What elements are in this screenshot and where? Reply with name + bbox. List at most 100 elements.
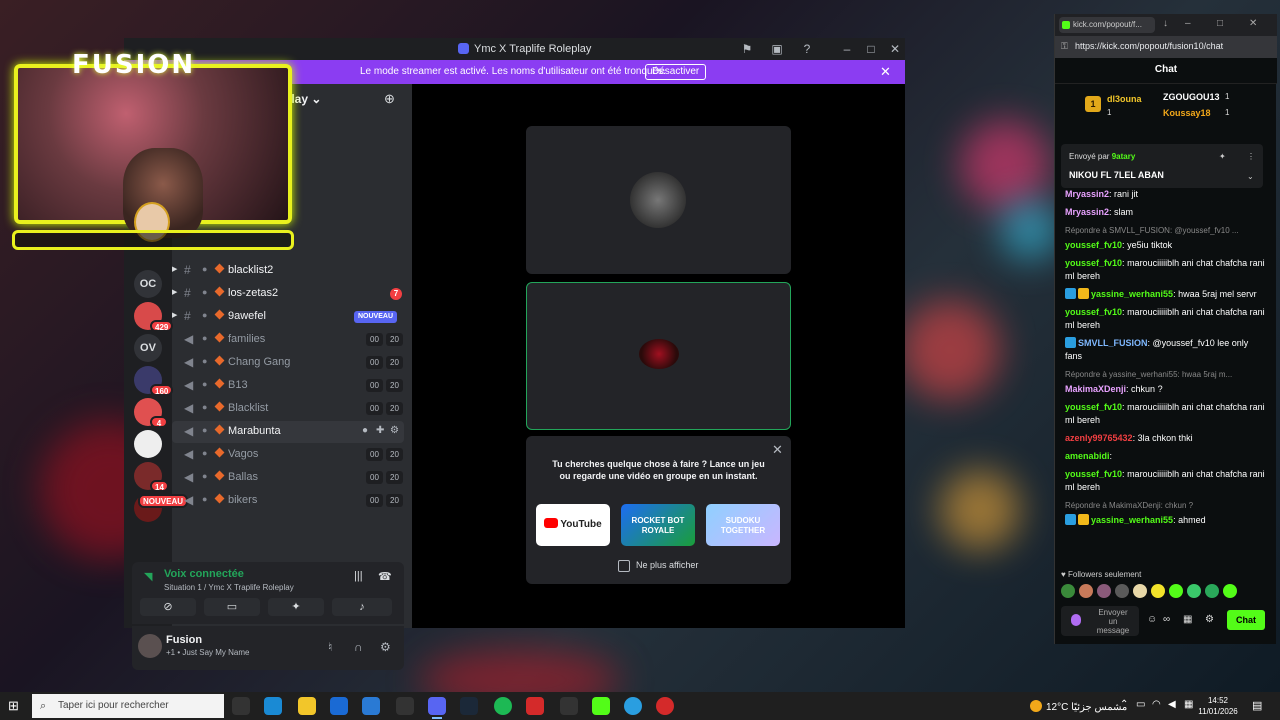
rocket-bot-royale-activity[interactable]: ROCKET BOT ROYALE: [621, 504, 695, 546]
weather-widget[interactable]: 12°C مشمس جزئيًا: [1030, 700, 1127, 713]
emote-icon[interactable]: [1205, 584, 1219, 598]
reply-context[interactable]: Répondre à yassine_werhani55: hwaa 5raj …: [1065, 368, 1265, 381]
channel-item[interactable]: ▶ # ● los-zetas2 7: [172, 283, 404, 305]
microphone-icon[interactable]: ♮: [328, 640, 332, 654]
gear-icon[interactable]: ⚙: [1205, 614, 1214, 625]
outlook-icon[interactable]: [330, 697, 348, 715]
username[interactable]: Fusion: [166, 634, 202, 646]
chat-username[interactable]: Mryassin2: [1065, 207, 1109, 217]
notification-icon[interactable]: ▤: [1252, 699, 1262, 712]
invite-icon[interactable]: ✚: [376, 425, 384, 436]
app-icon[interactable]: [560, 697, 578, 715]
chat-input[interactable]: Envoyer un message: [1061, 606, 1139, 636]
camera-off-button[interactable]: ⊘: [140, 598, 196, 616]
close-icon[interactable]: ✕: [1249, 18, 1257, 29]
emote-icon[interactable]: [1169, 584, 1183, 598]
chat-username[interactable]: yassine_werhani55: [1091, 515, 1173, 525]
emote-picker-icon[interactable]: ☺: [1147, 614, 1157, 625]
chat-username[interactable]: youssef_fv10: [1065, 307, 1122, 317]
steam-icon[interactable]: [460, 697, 478, 715]
send-chat-button[interactable]: Chat: [1227, 610, 1265, 630]
gear-icon[interactable]: ⚙: [380, 640, 391, 654]
voice-location[interactable]: Situation 1 / Ymc X Traplife Roleplay: [164, 583, 294, 592]
voice-channel-item[interactable]: ◀ ● Blacklist 00 20: [172, 398, 404, 420]
chat-username[interactable]: youssef_fv10: [1065, 402, 1122, 412]
server-oc[interactable]: OC: [134, 270, 162, 298]
kick-icon[interactable]: [592, 697, 610, 715]
reply-context[interactable]: Répondre à SMVLL_FUSION: @youssef_fv10 .…: [1065, 224, 1265, 237]
disconnect-icon[interactable]: ☎: [378, 570, 392, 583]
channel-item[interactable]: ▶ # ● 9awefel NOUVEAU: [172, 306, 404, 328]
emote-icon[interactable]: [1097, 584, 1111, 598]
disable-streamer-button[interactable]: Désactiver: [645, 64, 707, 80]
file-explorer-icon[interactable]: [298, 697, 316, 715]
microphone-icon[interactable]: [1071, 614, 1081, 626]
chat-message[interactable]: youssef_fv10: marouciiiiiblh ani chat ch…: [1065, 468, 1265, 494]
screen-share-button[interactable]: ▭: [204, 598, 260, 616]
chat-message[interactable]: youssef_fv10: marouciiiiiblh ani chat ch…: [1065, 306, 1265, 332]
minimize-icon[interactable]: –: [1185, 18, 1191, 29]
discord-icon[interactable]: [428, 697, 446, 719]
chat-message[interactable]: Répondre à MakimaXDenji: chkun ? yassine_…: [1065, 499, 1265, 527]
chat-username[interactable]: youssef_fv10: [1065, 469, 1122, 479]
chat-username[interactable]: Mryassin2: [1065, 189, 1109, 199]
close-icon[interactable]: ✕: [880, 64, 891, 80]
chat-message[interactable]: youssef_fv10: marouciiiiiblh ani chat ch…: [1065, 401, 1265, 427]
infinity-icon[interactable]: ∞: [1163, 614, 1170, 625]
add-member-icon[interactable]: ⊕: [384, 92, 398, 106]
language-icon[interactable]: ▦: [1184, 699, 1193, 710]
headphones-icon[interactable]: ∩: [354, 640, 363, 654]
inbox-icon[interactable]: ▣: [770, 42, 784, 56]
maximize-icon[interactable]: □: [1217, 18, 1223, 29]
voice-channel-item[interactable]: ◀ ● Vagos 00 20: [172, 444, 404, 466]
emote-icon[interactable]: [1223, 584, 1237, 598]
address-bar[interactable]: ⚿ https://kick.com/popout/fusion10/chat: [1055, 36, 1277, 58]
voice-status[interactable]: Voix connectée: [164, 568, 244, 580]
spotify-icon[interactable]: [494, 697, 512, 715]
emote-icon[interactable]: [1061, 584, 1075, 598]
voice-channel-item[interactable]: ◀ ● Ballas 00 20: [172, 467, 404, 489]
gear-icon[interactable]: ⚙: [390, 425, 399, 436]
emote-icon[interactable]: [1133, 584, 1147, 598]
voice-channel-item[interactable]: ◀ ● Chang Gang 00 20: [172, 352, 404, 374]
server-icon[interactable]: 160: [134, 366, 174, 396]
chevron-down-icon[interactable]: ⌄: [1247, 172, 1254, 181]
emote-icon[interactable]: [1079, 584, 1093, 598]
server-icon[interactable]: [134, 430, 162, 458]
pin-icon[interactable]: ✦: [1219, 152, 1226, 161]
chat-username[interactable]: azenly99765432: [1065, 433, 1133, 443]
close-icon[interactable]: ✕: [772, 442, 783, 458]
server-ov[interactable]: OV: [134, 334, 162, 362]
task-view-icon[interactable]: [232, 697, 250, 715]
browser-tab[interactable]: kick.com/popout/f...: [1059, 17, 1155, 33]
chat-message[interactable]: youssef_fv10: marouciiiiiblh ani chat ch…: [1065, 257, 1265, 283]
close-icon[interactable]: ✕: [888, 42, 902, 56]
telegram-icon[interactable]: [624, 697, 642, 715]
chat-username[interactable]: yassine_werhani55: [1091, 289, 1173, 299]
chat-message[interactable]: Répondre à SMVLL_FUSION: @youssef_fv10 .…: [1065, 224, 1265, 252]
minimize-icon[interactable]: –: [840, 42, 854, 56]
download-icon[interactable]: ↓: [1163, 18, 1168, 29]
chat-username[interactable]: SMVLL_FUSION: [1078, 338, 1148, 348]
activities-button[interactable]: ✦: [268, 598, 324, 616]
chat-message[interactable]: Mryassin2: slam: [1065, 206, 1265, 219]
signal-icon[interactable]: ◥: [144, 570, 152, 583]
emote-icon[interactable]: [1187, 584, 1201, 598]
server-icon[interactable]: NOUVEAU: [134, 494, 189, 522]
channel-item[interactable]: ▶ # ● blacklist2: [172, 260, 404, 282]
emote-icon[interactable]: [1115, 584, 1129, 598]
sudoku-activity[interactable]: SUDOKU TOGETHER: [706, 504, 780, 546]
reply-context[interactable]: Répondre à MakimaXDenji: chkun ?: [1065, 499, 1265, 512]
participant-tile[interactable]: [526, 282, 791, 430]
noise-suppression-icon[interactable]: |||: [354, 570, 363, 582]
emote-icon[interactable]: [1151, 584, 1165, 598]
avatar[interactable]: [138, 634, 162, 658]
pin-icon[interactable]: ⚑: [740, 42, 754, 56]
dont-show-checkbox[interactable]: [618, 560, 630, 572]
clock[interactable]: 14:52 11/01/2026: [1198, 695, 1238, 717]
store-icon[interactable]: ▦: [1183, 614, 1192, 625]
chat-icon[interactable]: ●: [362, 425, 368, 436]
opera-icon[interactable]: [656, 697, 674, 715]
chat-username[interactable]: MakimaXDenji: [1065, 384, 1126, 394]
server-icon[interactable]: 4: [134, 398, 168, 428]
